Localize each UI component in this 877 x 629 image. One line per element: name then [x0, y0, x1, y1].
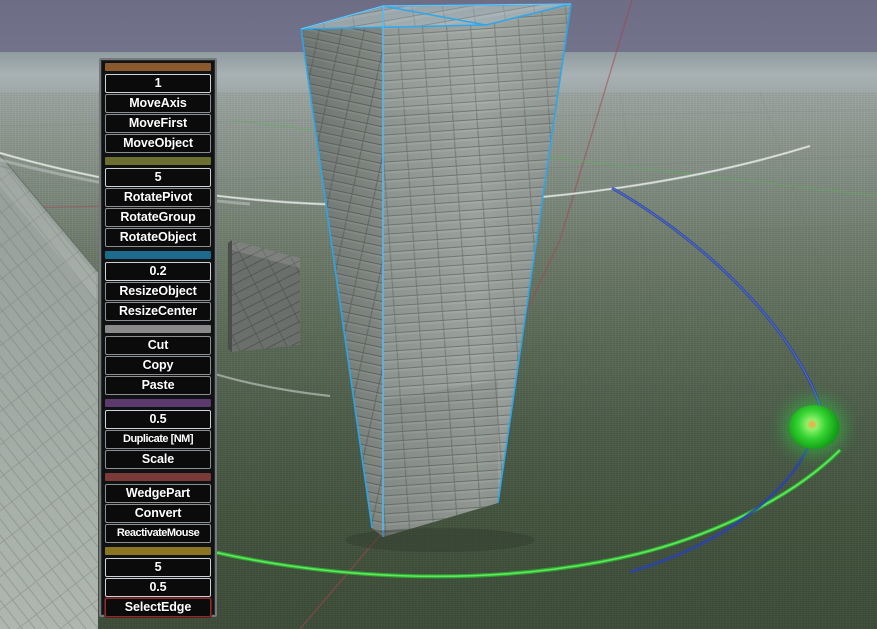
rotate-object-button[interactable]: RotateObject — [105, 228, 211, 247]
rotate-step-value[interactable]: 5 — [105, 168, 211, 187]
duplicate-group-divider — [105, 399, 211, 407]
edge-group-divider — [105, 547, 211, 555]
duplicate-step-value[interactable]: 0.5 — [105, 410, 211, 429]
move-group-divider — [105, 63, 211, 71]
wedge-part-button[interactable]: WedgePart — [105, 484, 211, 503]
cut-button[interactable]: Cut — [105, 336, 211, 355]
rotate-pivot-button[interactable]: RotatePivot — [105, 188, 211, 207]
edge-step-value-a[interactable]: 5 — [105, 558, 211, 577]
green-sphere-handle[interactable] — [789, 405, 839, 449]
resize-object-button[interactable]: ResizeObject — [105, 282, 211, 301]
move-axis-button[interactable]: MoveAxis — [105, 94, 211, 113]
clipboard-group: Cut Copy Paste — [105, 325, 211, 395]
edge-group: 5 0.5 SelectEdge — [105, 547, 211, 617]
paste-button[interactable]: Paste — [105, 376, 211, 395]
convert-button[interactable]: Convert — [105, 504, 211, 523]
move-object-button[interactable]: MoveObject — [105, 134, 211, 153]
resize-group-divider — [105, 251, 211, 259]
move-step-value[interactable]: 1 — [105, 74, 211, 93]
move-group: 1 MoveAxis MoveFirst MoveObject — [105, 63, 211, 153]
edge-step-value-b[interactable]: 0.5 — [105, 578, 211, 597]
resize-center-button[interactable]: ResizeCenter — [105, 302, 211, 321]
geometry-group: WedgePart Convert ReactivateMouse — [105, 473, 211, 543]
rotate-group-button[interactable]: RotateGroup — [105, 208, 211, 227]
rotate-group-divider — [105, 157, 211, 165]
rotate-group: 5 RotatePivot RotateGroup RotateObject — [105, 157, 211, 247]
select-edge-button[interactable]: SelectEdge — [105, 598, 211, 617]
duplicate-group: 0.5 Duplicate [NM] Scale — [105, 399, 211, 469]
copy-button[interactable]: Copy — [105, 356, 211, 375]
resize-group: 0.2 ResizeObject ResizeCenter — [105, 251, 211, 321]
build-tools-panel[interactable]: 1 MoveAxis MoveFirst MoveObject 5 RotatePivot… — [99, 58, 217, 617]
reactivate-mouse-button[interactable]: ReactivateMouse — [105, 524, 211, 543]
geometry-group-divider — [105, 473, 211, 481]
duplicate-nm-button[interactable]: Duplicate [NM] — [105, 430, 211, 449]
move-first-button[interactable]: MoveFirst — [105, 114, 211, 133]
screenshot-root: 1 MoveAxis MoveFirst MoveObject 5 RotatePivot… — [0, 0, 877, 629]
scale-button[interactable]: Scale — [105, 450, 211, 469]
clipboard-group-divider — [105, 325, 211, 333]
resize-step-value[interactable]: 0.2 — [105, 262, 211, 281]
